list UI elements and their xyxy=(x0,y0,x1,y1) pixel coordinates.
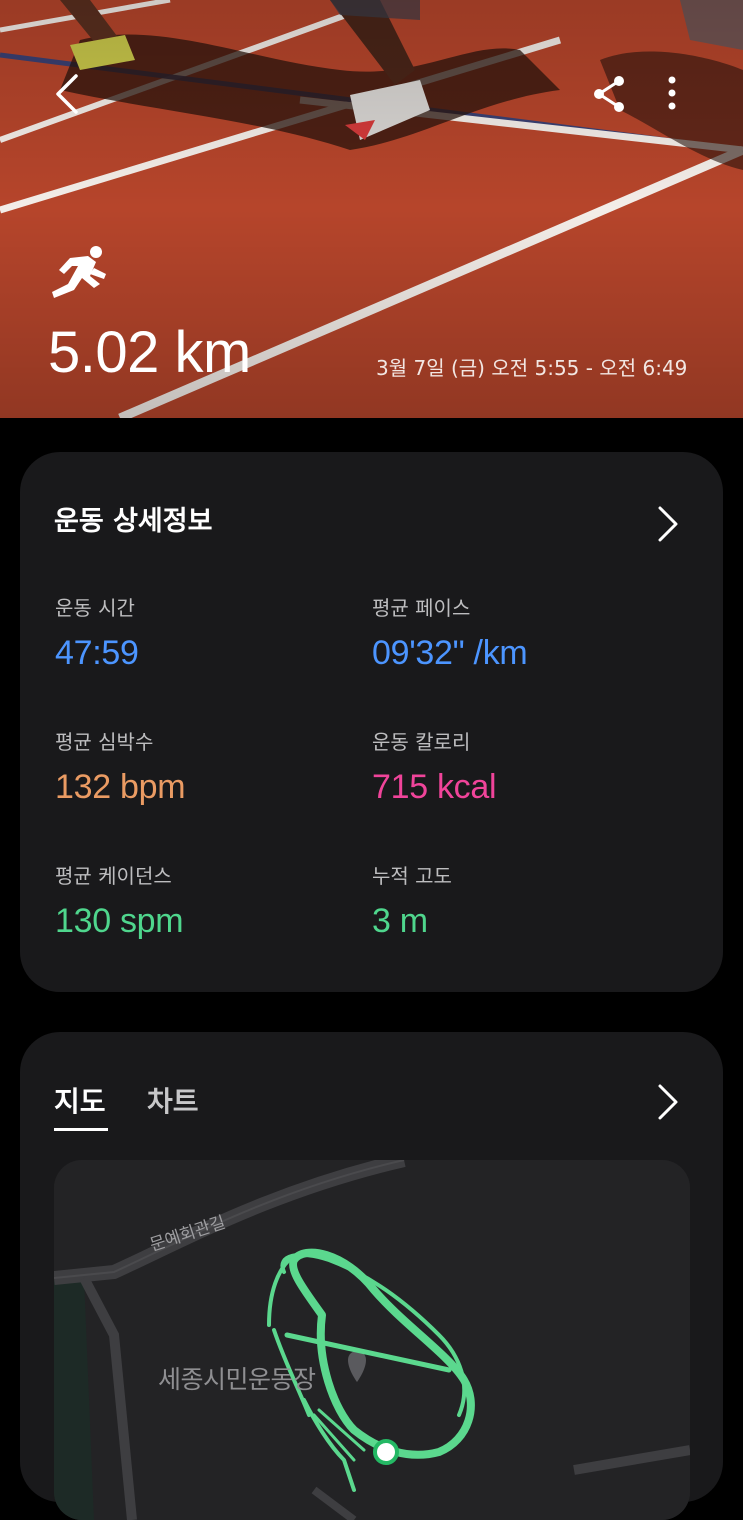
share-button[interactable] xyxy=(588,70,632,118)
stat-avg-heart-rate: 평균 심박수 132 bpm xyxy=(55,728,186,810)
stat-value: 132 bpm xyxy=(55,768,186,806)
place-label: 세종시민운동장 xyxy=(158,1365,316,1394)
stat-calories: 운동 칼로리 715 kcal xyxy=(372,728,497,810)
total-distance: 5.02 km xyxy=(48,320,251,385)
stat-label: 운동 칼로리 xyxy=(372,730,471,754)
stat-label: 평균 페이스 xyxy=(372,596,471,620)
back-button[interactable] xyxy=(44,68,92,120)
stat-avg-cadence: 평균 케이던스 130 spm xyxy=(55,862,184,944)
running-icon xyxy=(52,246,106,298)
more-vertical-icon xyxy=(668,76,676,110)
stat-avg-pace: 평균 페이스 09'32" /km xyxy=(372,594,528,676)
active-tab-indicator xyxy=(54,1128,108,1131)
activity-header: 5.02 km 3월 7일 (금) 오전 5:55 - 오전 6:49 xyxy=(0,0,743,418)
tab-map[interactable]: 지도 xyxy=(54,1082,106,1122)
map-canvas xyxy=(54,1160,690,1520)
stat-elevation-gain: 누적 고도 3 m xyxy=(372,862,452,944)
chevron-right-icon xyxy=(658,506,678,542)
details-title: 운동 상세정보 xyxy=(54,506,213,537)
stat-label: 평균 케이던스 xyxy=(55,864,172,888)
stat-value: 47:59 xyxy=(55,634,139,672)
chevron-right-icon xyxy=(658,1084,678,1120)
stat-value: 3 m xyxy=(372,902,428,940)
back-arrow-icon xyxy=(56,74,78,114)
stat-label: 누적 고도 xyxy=(372,864,452,888)
details-more-button[interactable] xyxy=(652,502,682,546)
route-start-marker xyxy=(373,1439,399,1465)
workout-details-card: 운동 상세정보 운동 시간 47:59 평균 페이스 09'32" /km 평균… xyxy=(20,452,723,992)
share-icon xyxy=(594,76,624,112)
map-more-button[interactable] xyxy=(652,1080,682,1124)
more-options-button[interactable] xyxy=(652,70,692,118)
stat-label: 평균 심박수 xyxy=(55,730,154,754)
stat-duration: 운동 시간 47:59 xyxy=(55,594,139,676)
workout-datetime: 3월 7일 (금) 오전 5:55 - 오전 6:49 xyxy=(376,356,688,380)
stat-value: 130 spm xyxy=(55,902,184,940)
stat-value: 715 kcal xyxy=(372,768,497,806)
route-map[interactable]: 문예회관길 세종시민운동장 xyxy=(54,1160,690,1520)
stat-label: 운동 시간 xyxy=(55,596,135,620)
tab-chart[interactable]: 차트 xyxy=(147,1082,199,1122)
stat-value: 09'32" /km xyxy=(372,634,528,672)
map-chart-card: 지도 차트 문예회관길 세종시민운동장 xyxy=(20,1032,723,1520)
